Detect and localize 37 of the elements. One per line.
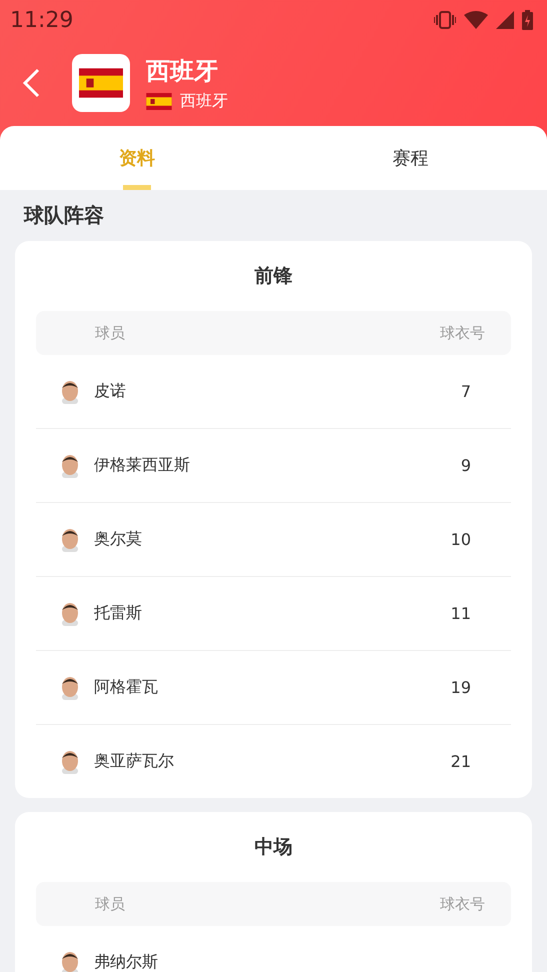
tab[interactable]: 赛程 [274, 126, 547, 190]
jersey-number: 19 [450, 678, 471, 697]
signal-icon [496, 11, 514, 29]
team-name: 西班牙 [146, 56, 219, 86]
column-header: 球衣号 [440, 894, 485, 914]
column-header: 球员 [95, 324, 125, 342]
position-title: 前锋 [254, 264, 292, 289]
jersey-number: 7 [460, 382, 471, 401]
position-title: 中场 [254, 835, 292, 860]
player-avatar [60, 750, 80, 774]
back-icon[interactable] [20, 67, 42, 99]
jersey-number: 11 [450, 604, 471, 623]
vibrate-icon [434, 11, 456, 29]
spain-flag-icon [146, 92, 172, 110]
player-name: 托雷斯 [94, 603, 143, 624]
player-avatar [60, 454, 80, 478]
battery-icon [522, 10, 533, 30]
player-name: 皮诺 [94, 381, 127, 402]
player-name: 弗纳尔斯 [94, 952, 159, 972]
player-name: 奥尔莫 [94, 529, 143, 550]
jersey-number: 10 [450, 530, 471, 549]
wifi-icon [464, 11, 488, 29]
country-name: 西班牙 [180, 90, 228, 112]
player-avatar [60, 676, 80, 700]
jersey-number: 21 [450, 752, 471, 771]
player-avatar [60, 602, 80, 626]
section-title: 球队阵容 [22, 202, 105, 229]
status-time: 11:29 [10, 8, 74, 32]
player-name: 阿格霍瓦 [94, 677, 159, 698]
player-avatar [60, 380, 80, 404]
player-avatar [60, 528, 80, 552]
player-name: 伊格莱西亚斯 [94, 455, 191, 476]
jersey-number: 9 [460, 456, 471, 475]
player-name: 奥亚萨瓦尔 [94, 751, 175, 772]
column-header: 球衣号 [440, 324, 485, 342]
player-avatar [60, 950, 80, 972]
column-header: 球员 [95, 894, 125, 914]
